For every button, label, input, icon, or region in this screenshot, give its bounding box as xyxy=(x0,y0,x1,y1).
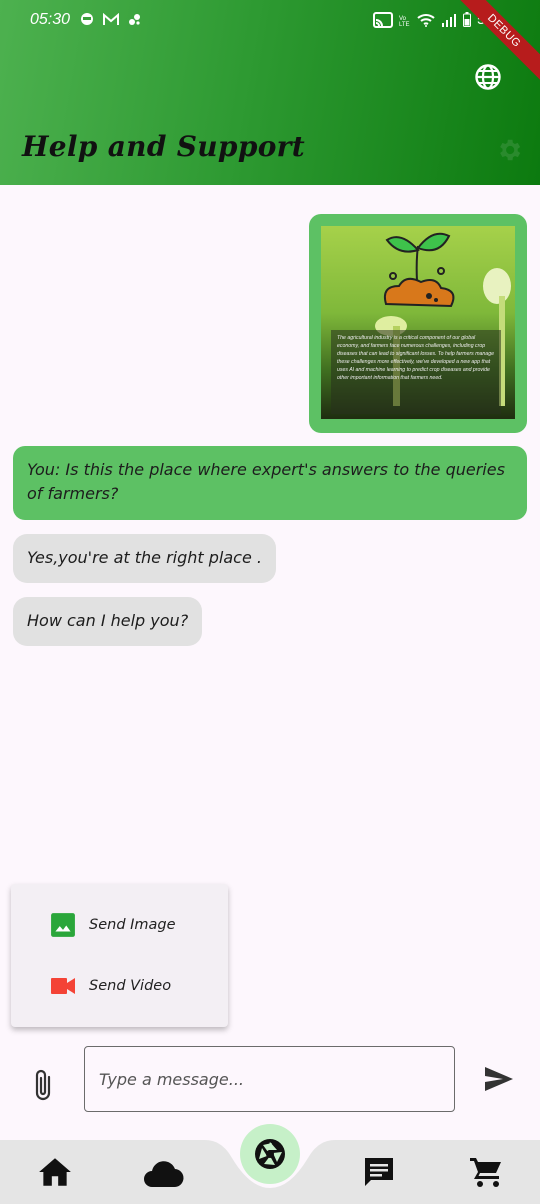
battery-icon xyxy=(463,12,471,27)
image-icon xyxy=(51,913,75,937)
home-icon[interactable] xyxy=(37,1155,73,1189)
wifi-icon xyxy=(417,13,435,27)
fan-icon xyxy=(129,13,140,25)
chat-icon[interactable] xyxy=(361,1155,397,1189)
image-message[interactable]: The agricultural industry is a critical … xyxy=(309,214,527,433)
cloud-icon[interactable] xyxy=(142,1157,184,1191)
bot-message-bubble: How can I help you? xyxy=(13,597,203,646)
user-message-bubble: You: Is this the place where expert's an… xyxy=(13,446,527,520)
send-image-option[interactable]: Send Image xyxy=(11,897,228,953)
app-bar: 05:30 VoLTE 50 DEBUG Help and Support xyxy=(0,0,540,185)
status-notification-icons xyxy=(80,12,141,26)
signal-icon xyxy=(442,13,456,27)
svg-text:LTE: LTE xyxy=(399,22,410,27)
cart-icon[interactable] xyxy=(468,1155,504,1189)
send-video-option[interactable]: Send Video xyxy=(11,958,228,1014)
page-title: Help and Support xyxy=(22,130,305,163)
camera-button[interactable] xyxy=(240,1124,300,1184)
send-icon[interactable] xyxy=(484,1066,514,1092)
promo-text: The agricultural industry is a critical … xyxy=(331,330,501,414)
gmail-icon xyxy=(103,12,119,25)
status-time: 05:30 xyxy=(30,11,71,28)
camera-icon xyxy=(255,1139,285,1169)
send-video-label: Send Video xyxy=(89,978,172,994)
cast-icon xyxy=(373,11,393,28)
status-bar: 05:30 VoLTE 50 xyxy=(0,0,540,40)
settings-icon[interactable] xyxy=(495,136,523,164)
videocam-icon xyxy=(51,978,75,994)
notification-icon xyxy=(81,13,93,25)
bot-message-bubble: Yes,you're at the right place . xyxy=(13,534,276,583)
message-input[interactable] xyxy=(84,1046,455,1112)
volte-icon: VoLTE xyxy=(399,16,410,27)
globe-icon[interactable] xyxy=(474,63,502,91)
send-image-label: Send Image xyxy=(89,917,176,933)
attach-file-icon[interactable] xyxy=(30,1068,56,1102)
promo-image: The agricultural industry is a critical … xyxy=(321,226,515,419)
attach-menu: Send Image Send Video xyxy=(11,884,228,1027)
